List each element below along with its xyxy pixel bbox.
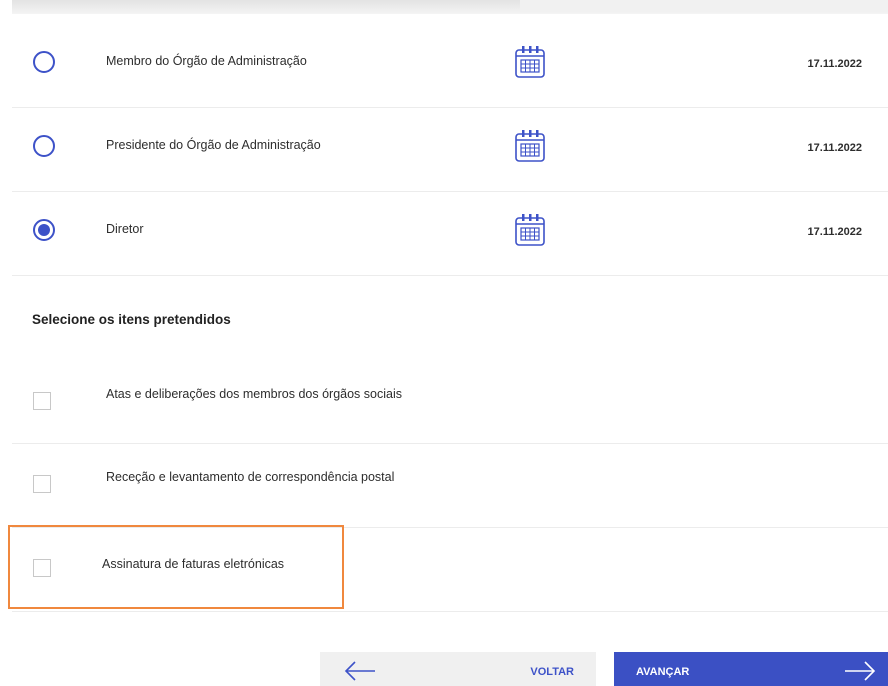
role-row-diretor[interactable]: Diretor 17.11.2022 [12, 192, 888, 276]
checkbox-rececao[interactable] [33, 475, 51, 493]
role-label: Presidente do Órgão de Administração [106, 138, 321, 152]
radio-presidente[interactable] [33, 135, 55, 157]
item-row-rececao[interactable]: Receção e levantamento de correspondênci… [12, 444, 888, 528]
back-button-label: VOLTAR [530, 666, 574, 678]
role-date: 17.11.2022 [807, 226, 862, 238]
page: Membro do Órgão de Administração 17.11.2… [0, 0, 888, 686]
item-label: Receção e levantamento de correspondênci… [106, 470, 395, 484]
role-row-membro[interactable]: Membro do Órgão de Administração 17.11.2… [12, 24, 888, 108]
role-label: Diretor [106, 222, 144, 236]
role-date: 17.11.2022 [807, 58, 862, 70]
item-label: Atas e deliberações dos membros dos órgã… [106, 387, 402, 401]
checkbox-atas[interactable] [33, 392, 51, 410]
top-edge [12, 0, 888, 14]
role-row-presidente[interactable]: Presidente do Órgão de Administração 17.… [12, 108, 888, 192]
next-button[interactable]: AVANÇAR [614, 652, 888, 686]
calendar-icon[interactable] [514, 129, 546, 163]
next-button-label: AVANÇAR [636, 666, 690, 678]
calendar-icon[interactable] [514, 213, 546, 247]
highlight-box [8, 525, 344, 609]
radio-diretor[interactable] [33, 219, 55, 241]
arrow-left-icon [344, 661, 375, 681]
radio-membro[interactable] [33, 51, 55, 73]
arrow-right-icon [845, 661, 876, 681]
calendar-icon[interactable] [514, 45, 546, 79]
back-button[interactable]: VOLTAR [320, 652, 596, 686]
role-date: 17.11.2022 [807, 142, 862, 154]
role-label: Membro do Órgão de Administração [106, 54, 307, 68]
section-title: Selecione os itens pretendidos [32, 312, 231, 327]
item-row-atas[interactable]: Atas e deliberações dos membros dos órgã… [12, 360, 888, 444]
